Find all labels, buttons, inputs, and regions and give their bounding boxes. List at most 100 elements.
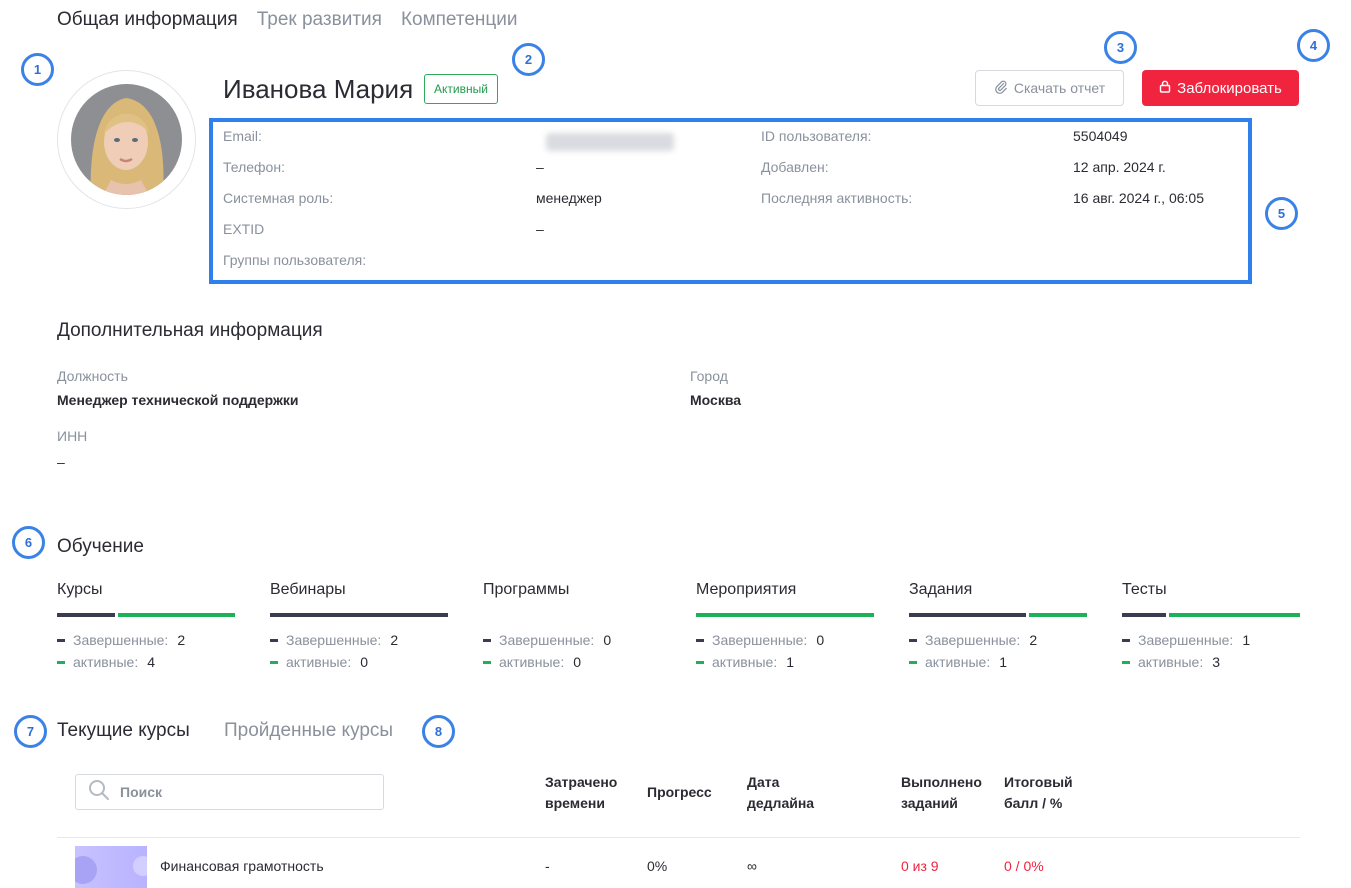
learning-stat-completed-count: 2	[390, 632, 399, 648]
course-thumbnail[interactable]	[75, 846, 147, 888]
learning-stat-completed-label: Завершенные:	[73, 632, 169, 648]
learning-stat-completed-count: 0	[603, 632, 612, 648]
learning-stat-active-count: 0	[360, 654, 369, 670]
legend-dash-icon	[696, 638, 704, 642]
column-header-tasks-line1: Выполнено	[901, 774, 982, 790]
learning-stat-active-count: 1	[999, 654, 1008, 670]
column-header-score-line1: Итоговый	[1004, 774, 1073, 790]
learning-stat-bar	[483, 613, 661, 617]
learning-stat-active-line: активные: 0	[270, 651, 448, 673]
download-report-button[interactable]: Скачать отчет	[975, 70, 1124, 106]
column-header-tasks-line2: заданий	[901, 795, 958, 811]
learning-stat-active-count: 0	[573, 654, 582, 670]
learning-stat-completed-label: Завершенные:	[499, 632, 595, 648]
learning-stat-completed-line: Завершенные: 2	[909, 629, 1087, 651]
learning-stat-title: Задания	[909, 581, 973, 598]
legend-dash-icon	[57, 638, 65, 642]
column-header-time[interactable]: Затрачено времени	[545, 772, 617, 814]
course-score: 0 / 0%	[1004, 858, 1044, 874]
learning-stat-completed-count: 2	[177, 632, 186, 648]
paperclip-icon	[994, 80, 1008, 97]
block-user-button[interactable]: Заблокировать	[1142, 70, 1299, 106]
active-bar-segment	[696, 613, 874, 617]
user-info-panel: Email: Телефон: – Системная роль: менедж…	[209, 118, 1252, 284]
callout-marker-7: 7	[14, 715, 47, 748]
callout-marker-3: 3	[1104, 31, 1137, 64]
column-header-progress[interactable]: Прогресс	[647, 782, 712, 803]
learning-stat-completed-label: Завершенные:	[1138, 632, 1234, 648]
course-name[interactable]: Финансовая грамотность	[160, 858, 324, 874]
learning-stat-active-line: активные: 4	[57, 651, 235, 673]
learning-stat-active-count: 1	[786, 654, 795, 670]
phone-label: Телефон:	[223, 159, 285, 175]
learning-stat-active-count: 4	[147, 654, 156, 670]
legend-dash-icon	[57, 660, 65, 664]
learning-stat-completed-line: Завершенные: 0	[483, 629, 661, 651]
learning-stat-active-line: активные: 3	[1122, 651, 1300, 673]
course-search	[75, 774, 384, 810]
column-header-score-line2: балл / %	[1004, 795, 1063, 811]
tab-competencies[interactable]: Компетенции	[401, 8, 518, 32]
role-value: менеджер	[536, 190, 602, 206]
avatar	[71, 84, 182, 195]
learning-stat-completed-count: 2	[1029, 632, 1038, 648]
tab-general-info[interactable]: Общая информация	[57, 8, 238, 32]
table-divider	[57, 837, 1300, 838]
learning-stat: Программы Завершенные: 0 активные: 0	[483, 581, 661, 673]
email-label: Email:	[223, 128, 262, 144]
learning-stat-completed-label: Завершенные:	[925, 632, 1021, 648]
active-bar-segment	[118, 613, 235, 617]
column-header-time-line2: времени	[545, 795, 605, 811]
completed-bar-segment	[1122, 613, 1166, 617]
callout-marker-2: 2	[512, 43, 545, 76]
learning-stat-active-line: активные: 1	[909, 651, 1087, 673]
learning-stat-completed-line: Завершенные: 0	[696, 629, 874, 651]
column-header-tasks[interactable]: Выполнено заданий	[901, 772, 982, 814]
column-header-deadline[interactable]: Дата дедлайна	[747, 772, 814, 814]
legend-dash-icon	[909, 660, 917, 664]
learning-stat-completed-line: Завершенные: 2	[57, 629, 235, 651]
learning-stat-title: Вебинары	[270, 581, 346, 598]
learning-stat-completed-label: Завершенные:	[286, 632, 382, 648]
search-input[interactable]	[120, 784, 360, 800]
legend-dash-icon	[483, 638, 491, 642]
learning-stat-completed-count: 1	[1242, 632, 1251, 648]
column-header-deadline-line2: дедлайна	[747, 795, 815, 811]
column-header-score[interactable]: Итоговый балл / %	[1004, 772, 1073, 814]
active-bar-segment	[1028, 613, 1087, 617]
legend-dash-icon	[270, 638, 278, 642]
completed-bar-segment	[270, 613, 448, 617]
callout-marker-5: 5	[1265, 197, 1298, 230]
inn-value: –	[57, 454, 65, 470]
last-active-label: Последняя активность:	[761, 190, 913, 206]
additional-info-title: Дополнительная информация	[57, 320, 323, 341]
tab-current-courses[interactable]: Текущие курсы	[57, 720, 190, 742]
legend-dash-icon	[1122, 660, 1130, 664]
download-report-label: Скачать отчет	[1013, 80, 1106, 96]
learning-stat-completed-label: Завершенные:	[712, 632, 808, 648]
learning-stat: Тесты Завершенные: 1 активные: 3	[1122, 581, 1300, 673]
email-value-redacted	[546, 133, 674, 151]
tab-completed-courses[interactable]: Пройденные курсы	[224, 720, 393, 742]
city-value: Москва	[690, 392, 742, 408]
course-time: -	[545, 858, 550, 874]
course-tasks: 0 из 9	[901, 858, 939, 874]
learning-stat-active-label: активные:	[73, 654, 139, 670]
learning-stat-bar	[270, 613, 448, 617]
added-value: 12 апр. 2024 г.	[1073, 159, 1166, 175]
learning-stat: Курсы Завершенные: 2 активные: 4	[57, 581, 235, 673]
top-tabs: Общая информация Трек развития Компетенц…	[57, 8, 518, 32]
callout-marker-1: 1	[21, 53, 54, 86]
learning-stat: Мероприятия Завершенные: 0 активные: 1	[696, 581, 874, 673]
learning-stat-active-label: активные:	[1138, 654, 1204, 670]
tab-development-track[interactable]: Трек развития	[257, 8, 382, 32]
learning-stat-active-line: активные: 0	[483, 651, 661, 673]
completed-bar-segment	[909, 613, 1026, 617]
city-label: Город	[690, 368, 728, 384]
user-id-value: 5504049	[1073, 128, 1128, 144]
completed-bar-segment	[57, 613, 116, 617]
learning-stat-title: Программы	[483, 581, 570, 598]
learning-stat-title: Курсы	[57, 581, 103, 598]
course-deadline: ∞	[747, 858, 757, 874]
learning-stat: Задания Завершенные: 2 активные: 1	[909, 581, 1087, 673]
